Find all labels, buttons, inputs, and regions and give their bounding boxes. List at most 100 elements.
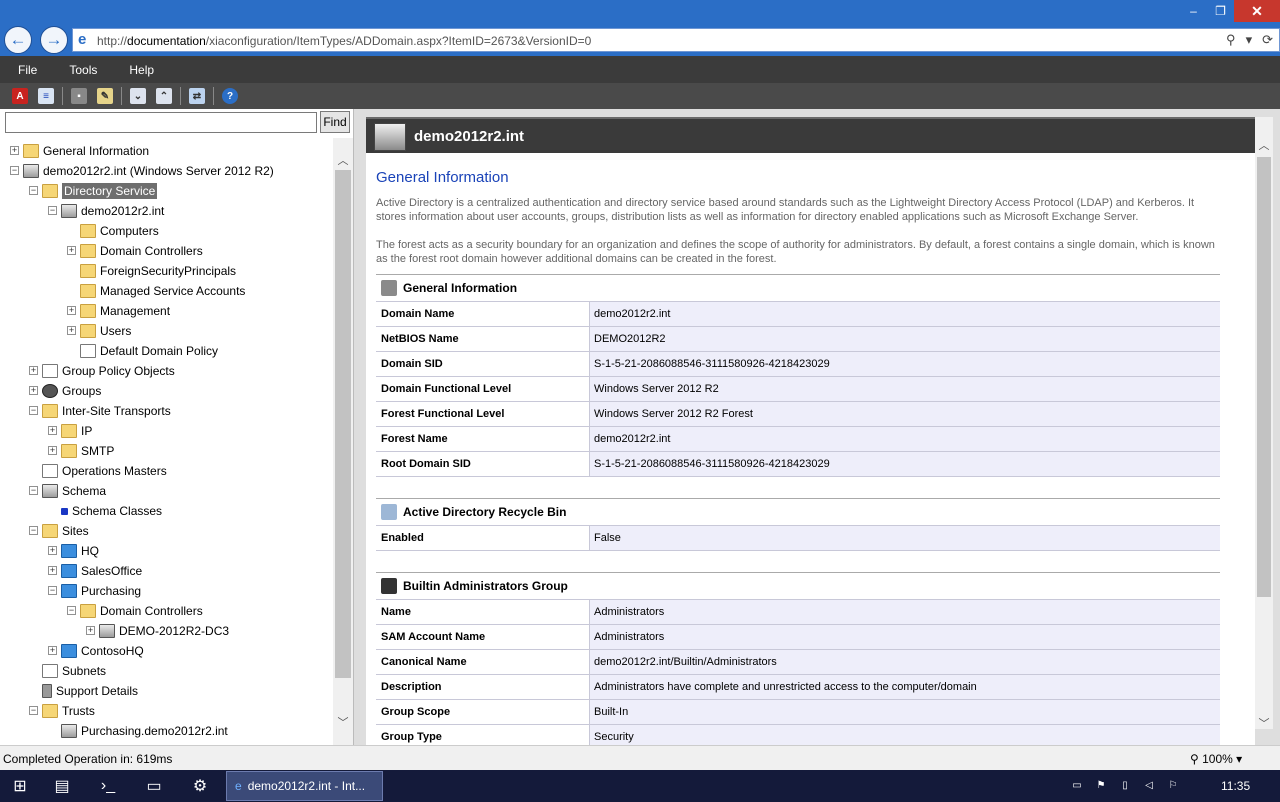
tree-item[interactable]: − Purchasing bbox=[48, 581, 141, 601]
tree-item[interactable]: − demo2012r2.int bbox=[48, 201, 164, 221]
navigation-pane: Find + General Information − demo2012r2.int… bbox=[0, 109, 354, 745]
tree-item[interactable]: + Management bbox=[67, 301, 170, 321]
menu-tools[interactable]: Tools bbox=[69, 63, 97, 77]
menu-file[interactable]: File bbox=[18, 63, 37, 77]
restore-button[interactable]: ❐ bbox=[1207, 0, 1234, 22]
network-icon[interactable]: ▯ bbox=[1118, 778, 1132, 792]
tree-scrollbar[interactable]: ︿ ﹀ bbox=[333, 138, 353, 745]
scroll-thumb[interactable] bbox=[335, 170, 351, 678]
pdf-icon[interactable]: A bbox=[12, 88, 28, 104]
collapse-icon[interactable]: − bbox=[10, 166, 19, 175]
expand-icon[interactable]: + bbox=[48, 546, 57, 555]
close-button[interactable]: ✕ bbox=[1234, 0, 1280, 22]
address-bar[interactable]: e http://documentation/xiaconfiguration/… bbox=[72, 28, 1280, 52]
search-input[interactable] bbox=[5, 112, 317, 133]
expand-icon[interactable]: + bbox=[48, 446, 57, 455]
collapse-icon[interactable]: − bbox=[29, 526, 38, 535]
scroll-down-icon[interactable]: ﹀ bbox=[1255, 715, 1273, 731]
tree-item[interactable]: ForeignSecurityPrincipals bbox=[80, 261, 236, 281]
expand-icon[interactable]: + bbox=[67, 246, 76, 255]
collapse-icon[interactable]: − bbox=[67, 606, 76, 615]
expand-icon[interactable]: + bbox=[48, 566, 57, 575]
expand-icon[interactable]: + bbox=[29, 366, 38, 375]
folder-icon bbox=[80, 224, 96, 238]
expand-icon[interactable]: + bbox=[67, 306, 76, 315]
collapse-icon[interactable]: − bbox=[29, 486, 38, 495]
tree-item[interactable]: + DEMO-2012R2-DC3 bbox=[86, 621, 229, 641]
tree-item[interactable]: − Schema bbox=[29, 481, 106, 501]
flag-icon[interactable]: ⚐ bbox=[1166, 778, 1180, 792]
content-scrollbar[interactable]: ︿ ﹀ bbox=[1255, 117, 1273, 731]
find-button[interactable]: Find bbox=[320, 111, 350, 133]
tree-item[interactable]: + General Information bbox=[10, 141, 149, 161]
property-value: Built-In bbox=[590, 700, 1220, 724]
expand-all-icon[interactable]: ⌄ bbox=[130, 88, 146, 104]
start-button[interactable]: ⊞ bbox=[2, 773, 38, 799]
scroll-down-icon[interactable]: ﹀ bbox=[333, 714, 353, 730]
folder-taskbar-icon[interactable]: ▭ bbox=[136, 773, 172, 799]
expand-icon[interactable]: + bbox=[67, 326, 76, 335]
tree-item[interactable]: + Group Policy Objects bbox=[29, 361, 175, 381]
collapse-icon[interactable]: − bbox=[48, 586, 57, 595]
tree-item[interactable]: Default Domain Policy bbox=[80, 341, 218, 361]
tree-item[interactable]: Schema Classes bbox=[61, 501, 162, 521]
tree-item[interactable]: Subnets bbox=[42, 661, 106, 681]
back-button[interactable]: ← bbox=[4, 26, 32, 54]
tree-item[interactable]: + ContosoHQ bbox=[48, 641, 144, 661]
tree-item-label: SalesOffice bbox=[81, 564, 143, 578]
tree-item[interactable]: + Domain Controllers bbox=[67, 241, 203, 261]
tree-item[interactable]: Operations Masters bbox=[42, 461, 167, 481]
expand-icon[interactable]: + bbox=[86, 626, 95, 635]
zoom-level[interactable]: ⚲ 100% ▾ bbox=[1190, 752, 1242, 766]
tree-item[interactable]: Support Details bbox=[42, 681, 138, 701]
save-icon[interactable]: ▪ bbox=[71, 88, 87, 104]
powershell-taskbar-icon[interactable]: ›_ bbox=[90, 773, 126, 799]
refresh-icon[interactable]: ⟳ bbox=[1262, 32, 1273, 48]
tree-item[interactable]: − Inter-Site Transports bbox=[29, 401, 171, 421]
tree-item[interactable]: Computers bbox=[80, 221, 159, 241]
menu-help[interactable]: Help bbox=[129, 63, 154, 77]
tree-item[interactable]: + Groups bbox=[29, 381, 101, 401]
folder-icon bbox=[23, 144, 39, 158]
edit-icon[interactable]: ✎ bbox=[97, 88, 113, 104]
dropdown-icon[interactable]: ▾ bbox=[1246, 32, 1253, 48]
expand-icon[interactable]: + bbox=[48, 426, 57, 435]
tree-item[interactable]: − Domain Controllers bbox=[67, 601, 203, 621]
collapse-all-icon[interactable]: ⌃ bbox=[156, 88, 172, 104]
documentation-taskbar-icon[interactable]: ⚙ bbox=[182, 773, 218, 799]
tree-item[interactable]: − demo2012r2.int (Windows Server 2012 R2) bbox=[10, 161, 274, 181]
collapse-icon[interactable]: − bbox=[29, 186, 38, 195]
explorer-taskbar-icon[interactable]: ▤ bbox=[44, 773, 80, 799]
compare-icon[interactable]: ⇄ bbox=[189, 88, 205, 104]
search-icon[interactable]: ⚲ bbox=[1226, 32, 1236, 48]
forward-button[interactable]: → bbox=[40, 26, 68, 54]
active-window-button[interactable]: e demo2012r2.int - Int... bbox=[226, 771, 383, 801]
scroll-thumb[interactable] bbox=[1257, 157, 1271, 597]
tree-item[interactable]: + Users bbox=[67, 321, 131, 341]
vm-icon[interactable]: ▭ bbox=[1070, 778, 1084, 792]
tree-item[interactable]: + IP bbox=[48, 421, 92, 441]
tree-item[interactable]: + SMTP bbox=[48, 441, 114, 461]
scroll-up-icon[interactable]: ︿ bbox=[333, 152, 353, 168]
action-center-icon[interactable]: ⚑ bbox=[1094, 778, 1108, 792]
tree-item[interactable]: + SalesOffice bbox=[48, 561, 143, 581]
expand-icon[interactable]: + bbox=[10, 146, 19, 155]
tree-item[interactable]: + HQ bbox=[48, 541, 99, 561]
address-bar-row: ← → e http://documentation/xiaconfigurat… bbox=[0, 24, 1280, 56]
tree-item[interactable]: − Sites bbox=[29, 521, 89, 541]
export-icon[interactable]: ≡ bbox=[38, 88, 54, 104]
folder-icon bbox=[61, 444, 77, 458]
tree-item[interactable]: − Directory Service bbox=[29, 181, 158, 201]
volume-muted-icon[interactable]: ◁ bbox=[1142, 778, 1156, 792]
scroll-up-icon[interactable]: ︿ bbox=[1255, 137, 1273, 153]
tree-item[interactable]: Managed Service Accounts bbox=[80, 281, 245, 301]
minimize-button[interactable]: – bbox=[1180, 0, 1207, 22]
collapse-icon[interactable]: − bbox=[29, 406, 38, 415]
expand-icon[interactable]: + bbox=[29, 386, 38, 395]
tree-item[interactable]: − Trusts bbox=[29, 701, 95, 721]
collapse-icon[interactable]: − bbox=[48, 206, 57, 215]
collapse-icon[interactable]: − bbox=[29, 706, 38, 715]
tree-item[interactable]: Purchasing.demo2012r2.int bbox=[61, 721, 228, 741]
help-icon[interactable]: ? bbox=[222, 88, 238, 104]
expand-icon[interactable]: + bbox=[48, 646, 57, 655]
